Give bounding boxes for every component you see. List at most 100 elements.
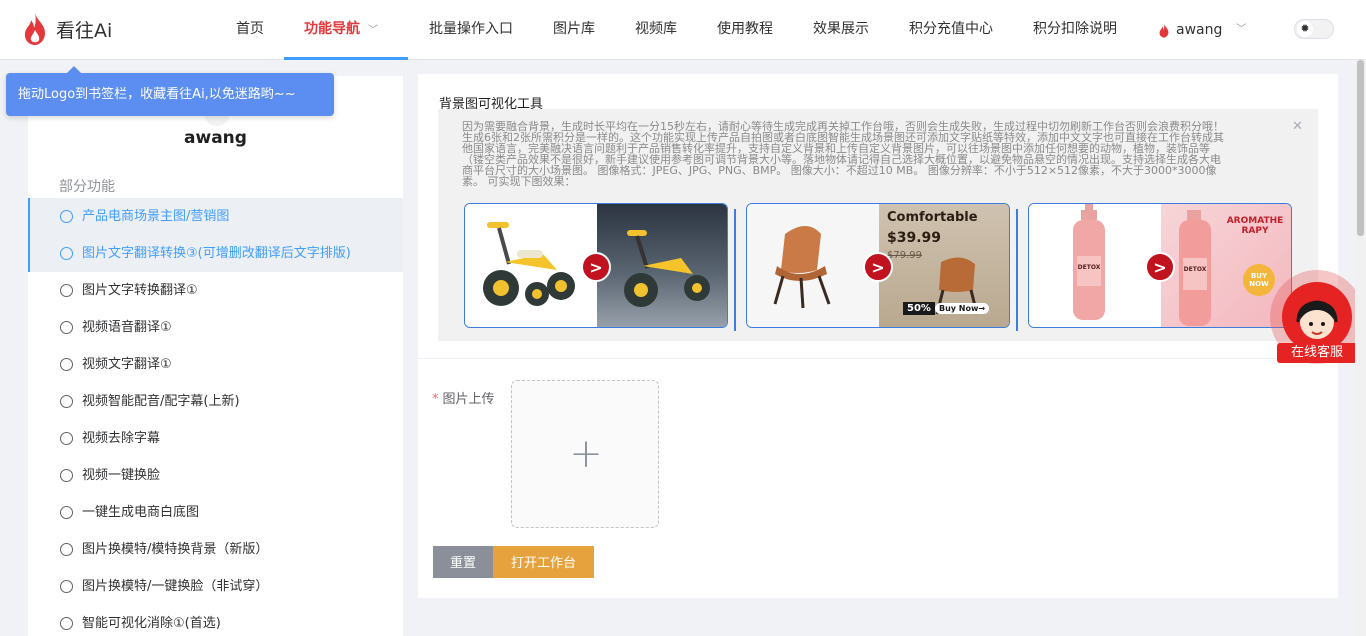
cs-avatar (1282, 282, 1352, 352)
nav-active-underline (284, 57, 408, 60)
user-menu[interactable]: awang ﹀ (1158, 0, 1246, 60)
arrow-right-icon: > (1145, 252, 1175, 282)
radio-icon (60, 284, 73, 297)
menu-item-label: 图片文字转换翻译① (82, 283, 198, 298)
example-badge: BUY NOW (1249, 272, 1269, 288)
radio-icon (60, 395, 73, 408)
menu-item[interactable]: 产品电商场景主图/营销图 (28, 198, 403, 235)
radio-icon (60, 321, 73, 334)
upload-label-text: 图片上传 (442, 392, 495, 407)
close-icon[interactable]: ✕ (1292, 119, 1303, 134)
divider (1016, 209, 1018, 331)
menu-item[interactable]: 视频去除字幕 (28, 420, 403, 457)
nav-feature-nav-label: 功能导航 (304, 21, 360, 37)
main-panel: 背景图可视化工具 因为需要融合背景，生成时长平均在一分15秒左右，请耐心等待生成… (418, 74, 1338, 598)
chevron-down-icon: ﹀ (1236, 24, 1247, 35)
reset-button[interactable]: 重置 (433, 546, 493, 578)
menu-item-label: 图片文字翻译转换③(可增删改翻译后文字排版) (82, 246, 351, 261)
menu-item[interactable]: 智能可视化消除①(首选) (28, 605, 403, 636)
example-after-image (597, 204, 727, 327)
nav-image-library[interactable]: 图片库 (553, 0, 595, 60)
nav-tutorial[interactable]: 使用教程 (717, 0, 773, 60)
plus-icon: + (569, 431, 603, 477)
tricycle-icon (483, 222, 575, 306)
nav-feature-nav[interactable]: 功能导航 ﹀ (304, 0, 378, 60)
logo[interactable]: 看往Ai (22, 12, 112, 46)
menu-item[interactable]: 图片换模特/模特换背景（新版） (28, 531, 403, 568)
brand-name: 看往Ai (56, 19, 113, 42)
radio-icon (60, 580, 73, 593)
arrow-right-icon: > (581, 252, 611, 282)
info-alert: 因为需要融合背景，生成时长平均在一分15秒左右，请耐心等待生成完成再关掉工作台哦… (438, 109, 1318, 341)
radio-icon (60, 543, 73, 556)
nav-video-library[interactable]: 视频库 (635, 0, 677, 60)
nav-recharge[interactable]: 积分充值中心 (909, 0, 993, 60)
required-asterisk: * (432, 392, 439, 407)
info-line: 商平台尺寸的大小场景图。 图像格式：JPEG、JPG、PNG、BMP。 图像大小… (462, 164, 1217, 177)
example-bottle-text: DETOX (1077, 264, 1101, 271)
theme-toggle[interactable]: ✹ (1294, 19, 1334, 39)
example-after-image: Comfortable $39.99 $79.99 50% Buy Now→ (879, 204, 1009, 327)
tricycle-icon (624, 230, 710, 307)
example-before-image (465, 204, 597, 327)
menu-item[interactable]: 视频文字翻译① (28, 346, 403, 383)
nav-points-info[interactable]: 积分扣除说明 (1033, 0, 1117, 60)
radio-icon (60, 469, 73, 482)
open-workbench-button[interactable]: 打开工作台 (493, 546, 594, 578)
example-card-bottle: DETOX AROMATHE RAPY DETOX BUY NOW > (1028, 203, 1292, 328)
menu-item[interactable]: 视频语音翻译① (28, 309, 403, 346)
bookmark-tooltip: 拖动Logo到书签栏，收藏看往Ai,以免迷路哟~~ (6, 66, 334, 116)
chevron-down-icon: ﹀ (368, 25, 378, 36)
example-card-tricycle: > (464, 203, 728, 328)
example-before-image (747, 204, 879, 327)
cs-label: 在线客服 (1277, 343, 1357, 363)
menu-item-label: 视频文字翻译① (82, 357, 172, 372)
radio-icon (60, 617, 73, 630)
sidebar: awang 部分功能 产品电商场景主图/营销图 图片文字翻译转换③(可增删改翻译… (28, 76, 403, 636)
menu-item[interactable]: 一键生成电商白底图 (28, 494, 403, 531)
sun-icon: ✹ (1297, 21, 1313, 37)
info-text: 因为需要融合背景，生成时长平均在一分15秒左右，请耐心等待生成完成再关掉工作台哦… (462, 121, 1292, 187)
example-badge: 50% (903, 302, 935, 315)
menu-item[interactable]: 图片换模特/一键换脸（非试穿） (28, 568, 403, 605)
chair-icon (773, 226, 831, 309)
radio-icon (60, 432, 73, 445)
menu-item-label: 视频智能配音/配字幕(上新) (82, 394, 240, 409)
divider (418, 358, 1338, 359)
customer-service-widget[interactable]: 在线客服 (1270, 270, 1364, 364)
upload-label: * 图片上传 (432, 388, 495, 407)
menu-item-label: 图片换模特/模特换背景（新版） (82, 542, 269, 557)
flame-icon (1159, 22, 1169, 38)
scrollbar-thumb[interactable] (1357, 60, 1364, 236)
arrow-right-icon: > (863, 252, 893, 282)
radio-icon (60, 210, 73, 223)
agent-icon (1296, 300, 1338, 339)
user-name: awang (1176, 22, 1223, 38)
example-bottle-text: DETOX (1183, 266, 1207, 273)
nav-home[interactable]: 首页 (236, 0, 264, 60)
example-card-chair: Comfortable $39.99 $79.99 50% Buy Now→ > (746, 203, 1010, 328)
sidebar-username: awang (184, 128, 247, 148)
divider (734, 209, 736, 331)
nav-batch[interactable]: 批量操作入口 (429, 0, 513, 60)
section-title: 部分功能 (59, 179, 115, 195)
menu-item[interactable]: 视频一键换脸 (28, 457, 403, 494)
flame-logo-icon (24, 13, 45, 45)
menu-item[interactable]: 图片文字转换翻译① (28, 272, 403, 309)
menu-item[interactable]: 图片文字翻译转换③(可增删改翻译后文字排版) (28, 235, 403, 272)
menu-item-label: 视频一键换脸 (82, 468, 161, 483)
example-before-image: DETOX (1029, 204, 1161, 327)
menu-item-label: 产品电商场景主图/营销图 (82, 209, 230, 224)
menu-item-label: 智能可视化消除①(首选) (82, 616, 221, 631)
menu-item-label: 图片换模特/一键换脸（非试穿） (82, 579, 269, 594)
nav-showcase[interactable]: 效果展示 (813, 0, 869, 60)
image-upload-dropzone[interactable]: + (511, 380, 659, 528)
top-navbar: 看往Ai 首页 功能导航 ﹀ 批量操作入口 图片库 视频库 使用教程 效果展示 积… (0, 0, 1366, 60)
radio-icon (60, 358, 73, 371)
radio-icon (60, 506, 73, 519)
info-line: 素。 可实现下图效果： (462, 175, 576, 188)
radio-icon (60, 247, 73, 260)
menu-item-label: 视频去除字幕 (82, 431, 161, 446)
page-scrollbar[interactable] (1355, 60, 1366, 636)
menu-item[interactable]: 视频智能配音/配字幕(上新) (28, 383, 403, 420)
